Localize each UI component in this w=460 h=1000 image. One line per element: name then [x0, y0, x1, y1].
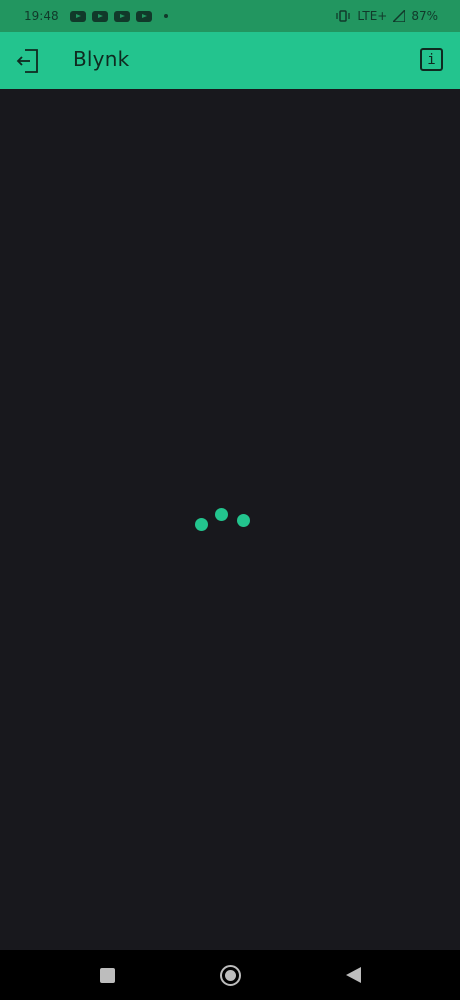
- info-button[interactable]: i: [420, 48, 443, 71]
- youtube-icon: [113, 10, 130, 22]
- status-right: LTE+ 87%: [335, 9, 438, 23]
- recents-button[interactable]: [100, 968, 115, 983]
- vibrate-icon: [336, 10, 350, 22]
- navigation-bar: [0, 950, 460, 1000]
- app-title: Blynk: [73, 47, 130, 71]
- status-bar: 19:48 LTE+ 87%: [0, 0, 460, 32]
- battery-level: 87%: [411, 9, 438, 23]
- logout-icon[interactable]: [16, 48, 40, 74]
- loading-dot: [237, 514, 250, 527]
- youtube-icon: [69, 10, 86, 22]
- info-icon: i: [427, 51, 436, 68]
- signal-icon: [393, 10, 406, 22]
- more-notifications-icon: [163, 14, 168, 18]
- loading-dot: [215, 508, 228, 521]
- back-button[interactable]: [346, 967, 361, 983]
- status-left: 19:48: [24, 9, 168, 23]
- home-button[interactable]: [220, 965, 241, 986]
- youtube-icon: [91, 10, 108, 22]
- loading-dot: [195, 518, 208, 531]
- youtube-icon: [135, 10, 152, 22]
- status-time: 19:48: [24, 9, 59, 23]
- app-bar: Blynk i: [0, 32, 460, 89]
- network-type: LTE+: [357, 9, 388, 23]
- main-content: [0, 89, 460, 950]
